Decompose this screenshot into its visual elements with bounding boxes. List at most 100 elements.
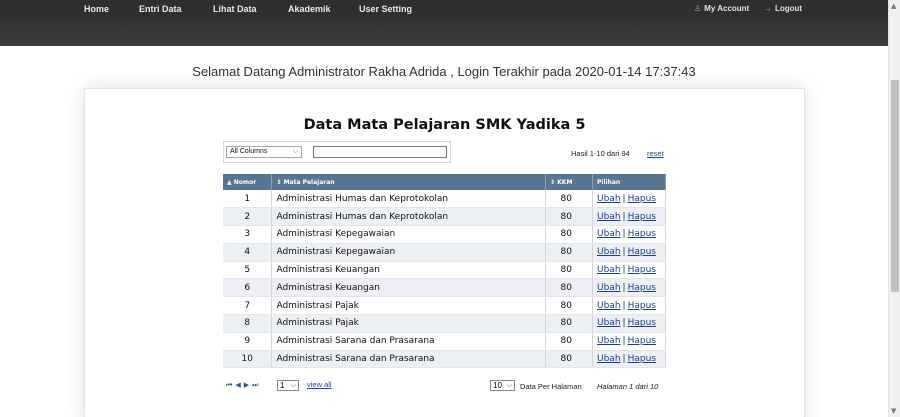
cell-nomor: 2 xyxy=(223,207,273,227)
cell-pilihan: Ubah | Hapus xyxy=(592,296,666,316)
nav-home[interactable]: Home xyxy=(84,4,109,14)
cell-nomor: 10 xyxy=(223,350,273,369)
delete-link[interactable]: Hapus xyxy=(628,265,656,275)
logout-arrow-icon: → xyxy=(764,4,772,13)
cell-nomor: 6 xyxy=(223,278,273,298)
column-header-mata-pelajaran[interactable]: ⇕ Mata Pelajaran xyxy=(271,174,547,190)
last-page-icon[interactable]: ⏭ xyxy=(252,381,261,389)
page-title: Data Mata Pelajaran SMK Yadika 5 xyxy=(303,117,586,133)
delete-link[interactable]: Hapus xyxy=(628,229,656,239)
page-select-value: 1 xyxy=(280,381,285,390)
search-input[interactable] xyxy=(313,146,447,158)
chevron-down-icon: ⌵ xyxy=(292,148,298,155)
cell-mata-pelajaran: Administrasi Keuangan xyxy=(271,278,547,298)
action-separator: | xyxy=(622,336,626,347)
cell-pilihan: Ubah | Hapus xyxy=(592,350,666,369)
delete-link[interactable]: Hapus xyxy=(628,247,656,257)
cell-kkm: 80 xyxy=(545,207,593,227)
cell-mata-pelajaran: Administrasi Pajak xyxy=(271,314,547,333)
edit-link[interactable]: Ubah xyxy=(597,301,621,311)
nav-akademik[interactable]: Akademik xyxy=(288,4,331,14)
table-row: 3 Administrasi Kepegawaian 80 Ubah | Hapus xyxy=(223,225,666,244)
cell-kkm: 80 xyxy=(545,261,593,280)
column-select[interactable]: All Columns ⌵ xyxy=(226,146,302,158)
cell-mata-pelajaran: Administrasi Sarana dan Prasarana xyxy=(271,332,547,351)
edit-link[interactable]: Ubah xyxy=(597,194,621,204)
view-all-link[interactable]: view all xyxy=(307,380,332,389)
prev-page-icon[interactable]: ◀ xyxy=(235,381,243,389)
first-page-icon[interactable]: ⏮ xyxy=(226,381,235,389)
per-page-select[interactable]: 10 ⌵ xyxy=(490,380,515,391)
edit-link[interactable]: Ubah xyxy=(597,229,621,239)
pager-controls: ⏮◀▶⏭ xyxy=(226,381,261,390)
table-row: 7 Administrasi Pajak 80 Ubah | Hapus xyxy=(223,296,666,316)
table-row: 2 Administrasi Humas dan Keprotokolan 80 Ub… xyxy=(223,207,666,227)
scrollbar-thumb[interactable] xyxy=(891,80,899,292)
cell-nomor: 9 xyxy=(223,332,273,351)
logout-link[interactable]: → Logout xyxy=(764,4,802,13)
table-row: 6 Administrasi Keuangan 80 Ubah | Hapus xyxy=(223,278,666,298)
edit-link[interactable]: Ubah xyxy=(597,336,621,346)
my-account-link[interactable]: ♙ My Account xyxy=(694,4,749,13)
column-select-value: All Columns xyxy=(230,148,268,155)
scroll-down-icon[interactable]: ▼ xyxy=(891,407,896,415)
table-row: 9 Administrasi Sarana dan Prasarana 80 Ubah… xyxy=(223,332,666,351)
table-row: 1 Administrasi Humas dan Keprotokolan 80 Ub… xyxy=(223,190,666,209)
cell-mata-pelajaran: Administrasi Kepegawaian xyxy=(271,243,547,262)
column-header-nomor[interactable]: ▲ Nomor xyxy=(223,174,273,190)
delete-link[interactable]: Hapus xyxy=(628,336,656,346)
nav-user-setting[interactable]: User Setting xyxy=(359,4,412,14)
action-separator: | xyxy=(622,211,626,222)
delete-link[interactable]: Hapus xyxy=(628,301,656,311)
cell-nomor: 1 xyxy=(223,190,273,209)
edit-link[interactable]: Ubah xyxy=(597,318,621,328)
cell-nomor: 5 xyxy=(223,261,273,280)
action-separator: | xyxy=(622,247,626,258)
cell-kkm: 80 xyxy=(545,296,593,316)
edit-link[interactable]: Ubah xyxy=(597,247,621,257)
delete-link[interactable]: Hapus xyxy=(628,318,656,328)
cell-pilihan: Ubah | Hapus xyxy=(592,332,666,351)
action-separator: | xyxy=(622,265,626,276)
action-separator: | xyxy=(622,300,626,311)
reset-link[interactable]: reset xyxy=(647,149,664,158)
delete-link[interactable]: Hapus xyxy=(628,212,656,222)
chevron-down-icon: ⌵ xyxy=(290,382,296,389)
cell-kkm: 80 xyxy=(545,243,593,262)
table-row: 4 Administrasi Kepegawaian 80 Ubah | Hapus xyxy=(223,243,666,262)
delete-link[interactable]: Hapus xyxy=(628,283,656,293)
page-scrollbar[interactable]: ▲ ▼ xyxy=(888,0,900,417)
page-info: Halaman 1 dari 10 xyxy=(597,382,659,391)
action-separator: | xyxy=(622,318,626,329)
action-separator: | xyxy=(622,193,626,204)
delete-link[interactable]: Hapus xyxy=(628,194,656,204)
top-navigation-bar: Home Entri Data Lihat Data Akademik User… xyxy=(0,0,888,46)
cell-pilihan: Ubah | Hapus xyxy=(592,261,666,280)
next-page-icon[interactable]: ▶ xyxy=(244,381,252,389)
scroll-up-icon[interactable]: ▲ xyxy=(891,2,896,10)
cell-kkm: 80 xyxy=(545,314,593,333)
cell-kkm: 80 xyxy=(545,350,593,369)
welcome-message: Selamat Datang Administrator Rakha Adrid… xyxy=(192,64,696,79)
cell-mata-pelajaran: Administrasi Pajak xyxy=(271,296,547,316)
action-separator: | xyxy=(622,229,626,240)
cell-mata-pelajaran: Administrasi Kepegawaian xyxy=(271,225,547,244)
my-account-label: My Account xyxy=(704,4,750,13)
edit-link[interactable]: Ubah xyxy=(597,265,621,275)
logout-label: Logout xyxy=(775,4,803,13)
table-body: 1 Administrasi Humas dan Keprotokolan 80 Ub… xyxy=(223,190,666,369)
column-header-kkm[interactable]: ⇕ KKM xyxy=(545,174,593,190)
cell-kkm: 80 xyxy=(545,278,593,298)
cell-nomor: 7 xyxy=(223,296,273,316)
nav-lihat-data[interactable]: Lihat Data xyxy=(213,4,257,14)
edit-link[interactable]: Ubah xyxy=(597,283,621,293)
result-count: Hasil 1-10 dari 94 xyxy=(571,149,630,158)
page-select[interactable]: 1 ⌵ xyxy=(277,380,299,391)
delete-link[interactable]: Hapus xyxy=(628,354,656,364)
nav-entri-data[interactable]: Entri Data xyxy=(139,4,182,14)
table-row: 5 Administrasi Keuangan 80 Ubah | Hapus xyxy=(223,261,666,280)
edit-link[interactable]: Ubah xyxy=(597,354,621,364)
cell-pilihan: Ubah | Hapus xyxy=(592,225,666,244)
edit-link[interactable]: Ubah xyxy=(597,212,621,222)
action-separator: | xyxy=(622,354,626,365)
